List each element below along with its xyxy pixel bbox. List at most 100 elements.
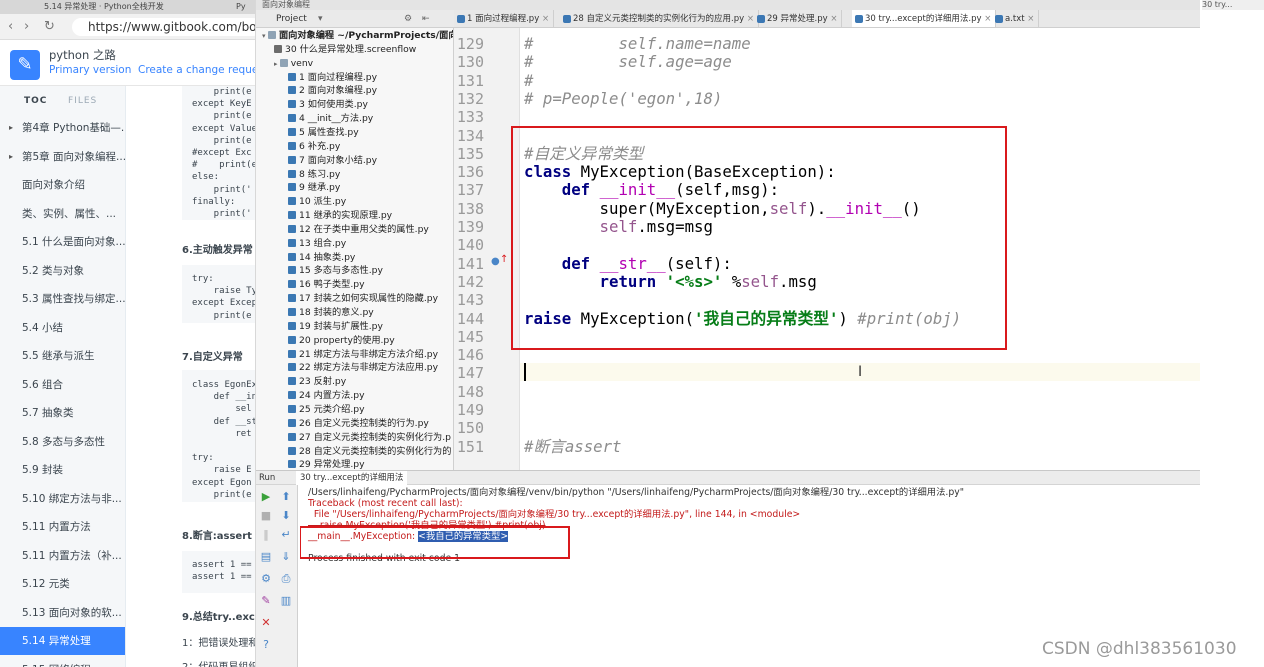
gear-icon[interactable]: ⚙	[404, 10, 412, 28]
close-tab-icon[interactable]: ×	[1025, 14, 1034, 24]
tree-item[interactable]: 18 封装的意义.py	[288, 306, 374, 320]
up-arrow-icon[interactable]: ⬆	[280, 491, 292, 503]
editor-tab[interactable]: 29 异常处理.py ×	[754, 10, 843, 27]
down-arrow-icon[interactable]: ⬇	[280, 510, 292, 522]
code-editor[interactable]: 129 130 131 132 133 134 135 136 137 138 139 140 141 1…	[454, 28, 1200, 470]
tree-item[interactable]: 21 绑定方法与非绑定方法介绍.py	[288, 348, 438, 362]
toc-item[interactable]: 5.12 元类	[0, 570, 125, 598]
stop-icon[interactable]: ■	[260, 510, 272, 522]
pin-icon[interactable]: ✎	[260, 595, 272, 607]
tree-item[interactable]: 23 反射.py	[288, 375, 346, 389]
tree-item[interactable]: ▾ 面向对象编程 ~/PycharmProjects/面向	[262, 29, 453, 43]
run-tab[interactable]: 30 try...except的详细用法	[296, 471, 408, 485]
tree-item[interactable]: 30 什么是异常处理.screenflow	[274, 43, 416, 57]
tree-item[interactable]: 7 面向对象小结.py	[288, 154, 377, 168]
tree-item[interactable]: 19 封装与扩展性.py	[288, 320, 383, 334]
toc-item[interactable]: 5.15 网络编程...	[0, 656, 125, 667]
wrap-icon[interactable]: ↵	[280, 529, 292, 541]
print-icon[interactable]: ⎙	[280, 573, 292, 585]
dropdown-icon[interactable]: ▾	[318, 10, 323, 28]
forward-icon[interactable]: ›	[24, 19, 29, 34]
toc-item[interactable]: 5.5 继承与派生	[0, 342, 125, 370]
tree-item[interactable]: 27 自定义元类控制类的实例化行为.p	[288, 431, 451, 445]
tree-item[interactable]: 5 属性查找.py	[288, 126, 359, 140]
tree-item[interactable]: 10 派生.py	[288, 195, 346, 209]
chevron-right-icon[interactable]: ▸	[274, 60, 280, 68]
toc-item[interactable]: 5.8 多态与多态性	[0, 428, 125, 456]
toc-item[interactable]: 5.3 属性查找与绑定...	[0, 285, 125, 313]
close-tab-icon[interactable]: ×	[539, 14, 549, 24]
close-tab-icon[interactable]: ×	[982, 14, 991, 24]
browser-tab-active[interactable]: 5.14 异常处理 · Python全栈开发	[40, 0, 168, 14]
tree-item[interactable]: 13 组合.py	[288, 237, 346, 251]
chevron-right-icon[interactable]: ▸	[9, 114, 13, 142]
browser-tab[interactable]: Py	[232, 0, 250, 14]
tree-item[interactable]: 20 property的使用.py	[288, 334, 395, 348]
url-field[interactable]: https://www.gitbook.com/book/triac	[72, 18, 255, 36]
toc-item[interactable]: ▸ 第5章 面向对象编程...	[0, 143, 125, 171]
toc-item[interactable]: 5.11 内置方法（补...	[0, 542, 125, 570]
tree-item[interactable]: 16 鸭子类型.py	[288, 278, 365, 292]
trash-icon[interactable]: ▥	[280, 595, 292, 607]
tree-item[interactable]: 14 抽象类.py	[288, 251, 355, 265]
tree-item[interactable]: ▸ venv	[274, 57, 313, 71]
tree-item[interactable]: 1 面向过程编程.py	[288, 71, 377, 85]
book-title[interactable]: python 之路	[49, 47, 116, 63]
toc-item[interactable]: 类、实例、属性、...	[0, 200, 125, 228]
toc-item[interactable]: 面向对象介绍	[0, 171, 125, 199]
tree-item[interactable]: 24 内置方法.py	[288, 389, 365, 403]
back-icon[interactable]: ‹	[8, 19, 13, 34]
toc-item[interactable]: 5.4 小结	[0, 314, 125, 342]
hide-icon[interactable]: ⇤	[422, 10, 430, 28]
tree-item[interactable]: 3 如何使用类.py	[288, 98, 368, 112]
arrow-up-icon[interactable]: ↑	[500, 254, 508, 265]
editor-tab[interactable]: a.txt ×	[992, 10, 1040, 27]
tree-item[interactable]: 28 自定义元类控制类的实例化行为的	[288, 445, 451, 459]
tree-item[interactable]: 4 __init__方法.py	[288, 112, 373, 126]
tree-item[interactable]: 12 在子类中重用父类的属性.py	[288, 223, 429, 237]
scroll-end-icon[interactable]: ⇓	[280, 551, 292, 563]
toc-item[interactable]: 5.14 异常处理	[0, 627, 125, 655]
editor-tab[interactable]: 1 面向过程编程.py ×	[454, 10, 555, 27]
browser-tab[interactable]: 30 try...	[1202, 0, 1264, 10]
pause-icon[interactable]: ‖	[260, 529, 272, 541]
editor-tab[interactable]: 30 try...except的详细用法.py ×	[852, 10, 997, 27]
settings-icon[interactable]: ⚙	[260, 573, 272, 585]
toc-item[interactable]: 5.9 封装	[0, 456, 125, 484]
rerun-icon[interactable]: ▶	[260, 491, 272, 503]
toc-item[interactable]: 5.6 组合	[0, 371, 125, 399]
tree-item[interactable]: 22 绑定方法与非绑定方法应用.py	[288, 361, 438, 375]
gitbook-logo-icon[interactable]: ✎	[10, 50, 40, 80]
tree-item[interactable]: 26 自定义元类控制类的行为.py	[288, 417, 429, 431]
tree-item[interactable]: 17 封装之如何实现属性的隐藏.py	[288, 292, 438, 306]
close-tab-icon[interactable]: ×	[744, 14, 754, 24]
toc-item[interactable]: 5.7 抽象类	[0, 399, 125, 427]
toc-item[interactable]: 5.10 绑定方法与非...	[0, 485, 125, 513]
project-label[interactable]: Project	[276, 14, 307, 24]
dump-icon[interactable]: ▤	[260, 551, 272, 563]
file-link[interactable]: /Users/linhaifeng/PycharmProjects/面向对象编程…	[337, 509, 685, 520]
tree-item[interactable]: 15 多态与多态性.py	[288, 264, 383, 278]
help-icon[interactable]: ?	[260, 639, 272, 651]
tree-item[interactable]: 6 补充.py	[288, 140, 340, 154]
tree-item[interactable]: 29 异常处理.py	[288, 458, 365, 470]
toc-item[interactable]: 5.13 面向对象的软...	[0, 599, 125, 627]
close-icon[interactable]: ✕	[260, 617, 272, 629]
tree-item[interactable]: 9 继承.py	[288, 181, 340, 195]
toc-item[interactable]: 5.1 什么是面向对象...	[0, 228, 125, 256]
project-panel-header[interactable]: Project ▾ ⚙ ⇤	[256, 10, 454, 28]
tree-item[interactable]: 11 继承的实现原理.py	[288, 209, 392, 223]
override-marker-icon[interactable]: ●	[491, 256, 500, 267]
tree-item[interactable]: 25 元类介绍.py	[288, 403, 365, 417]
tab-files[interactable]: FILES	[68, 96, 97, 106]
tree-item[interactable]: 2 面向对象编程.py	[288, 84, 377, 98]
toc-item[interactable]: 5.2 类与对象	[0, 257, 125, 285]
chevron-right-icon[interactable]: ▸	[9, 143, 13, 171]
close-tab-icon[interactable]: ×	[828, 14, 837, 24]
version-selector[interactable]: Primary version	[49, 64, 131, 76]
tree-item[interactable]: 8 练习.py	[288, 168, 340, 182]
toc-item[interactable]: 5.11 内置方法	[0, 513, 125, 541]
reload-icon[interactable]: ↻	[44, 19, 55, 34]
toc-item[interactable]: ▸ 第4章 Python基础—...	[0, 114, 125, 142]
editor-tab[interactable]: 28 自定义元类控制类的实例化行为的应用.py ×	[560, 10, 759, 27]
